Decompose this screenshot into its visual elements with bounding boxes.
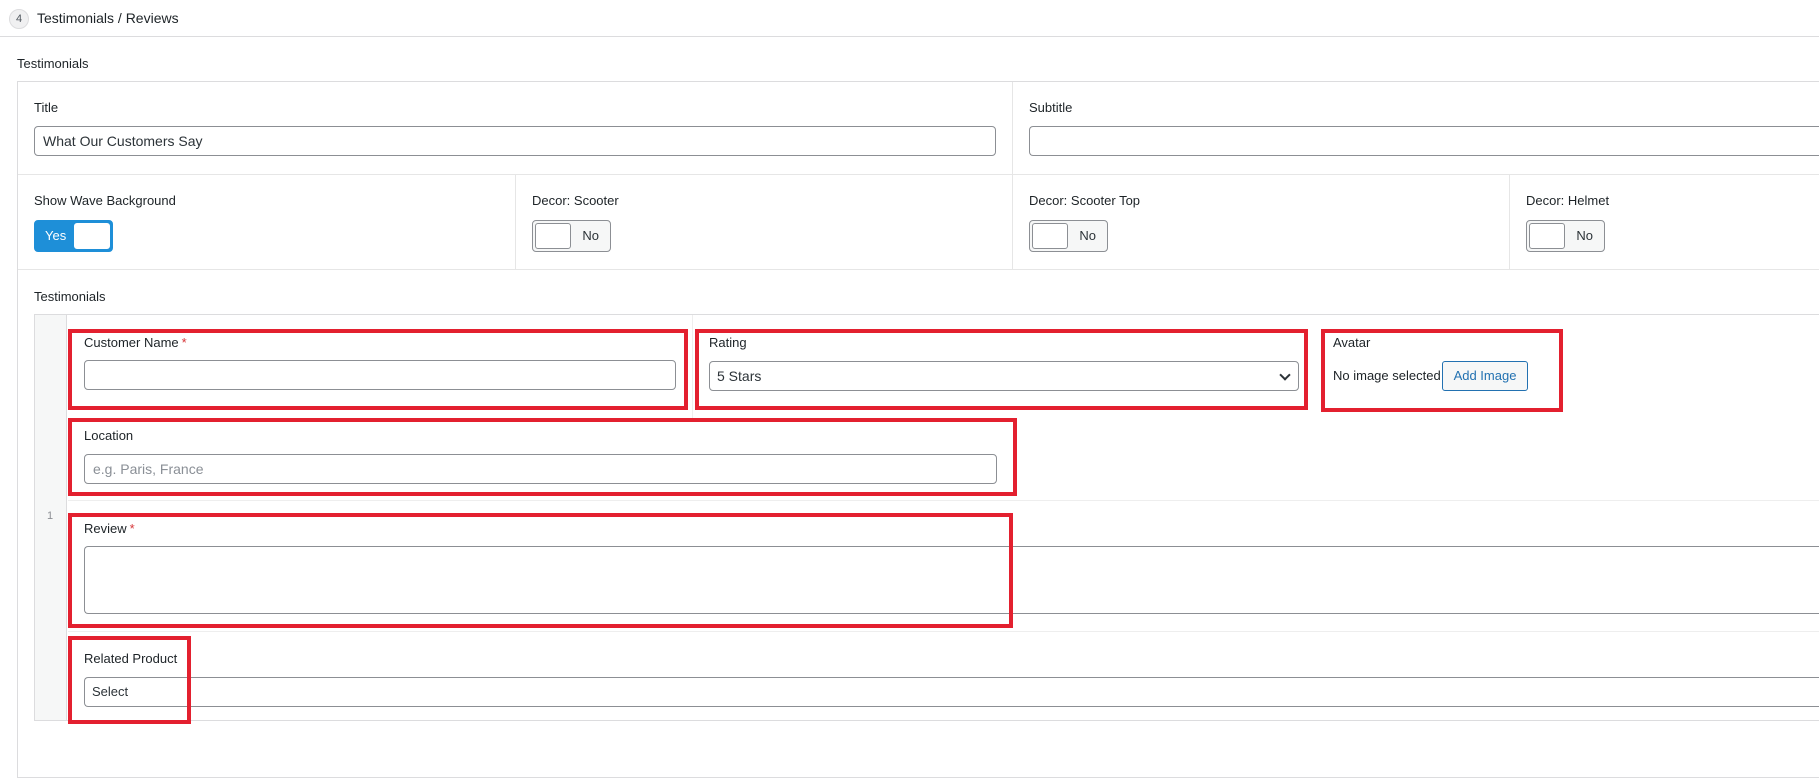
row-divider [18,269,1819,270]
column-divider [692,315,693,420]
toggle-knob [74,223,110,249]
toggle-label-helmet: Decor: Helmet [1526,193,1610,208]
decor-scooter-toggle[interactable]: No [532,220,611,252]
toggle-label-scooter: Decor: Scooter [532,193,619,208]
chevron-down-icon [1279,369,1291,381]
row-divider [68,500,1819,501]
decor-scooter-top-toggle[interactable]: No [1029,220,1108,252]
column-divider [1012,175,1013,270]
title-input[interactable]: What Our Customers Say [34,126,996,156]
title-label: Title [34,100,59,115]
row-divider [68,631,1819,632]
toggle-knob [1032,223,1068,249]
subtitle-input[interactable] [1029,126,1819,156]
toggle-knob [535,223,571,249]
column-divider [1012,82,1013,174]
customer-name-label-text: Customer Name [84,335,179,350]
decor-helmet-toggle[interactable]: No [1526,220,1605,252]
related-product-selected-value: Select [92,684,129,699]
toggle-state: No [1079,228,1096,243]
testimonials-page: 4 Testimonials / Reviews Testimonials Ti… [0,0,1819,778]
review-textarea[interactable] [84,546,1819,614]
avatar-label: Avatar [1333,335,1371,350]
required-mark: * [181,335,187,350]
toggle-label-scooter-top: Decor: Scooter Top [1029,193,1141,208]
avatar-status: No image selected [1333,368,1441,383]
section-number-badge: 4 [9,9,29,29]
toggle-label-wave: Show Wave Background [34,193,176,208]
wave-background-toggle[interactable]: Yes [34,220,113,252]
customer-name-label: Customer Name * [84,335,187,350]
rating-label: Rating [709,335,747,350]
row-divider [18,174,1819,175]
location-placeholder: e.g. Paris, France [93,461,204,477]
toggle-knob [1529,223,1565,249]
related-product-label: Related Product [84,651,178,666]
rating-selected-value: 5 Stars [717,368,762,384]
column-divider [1509,175,1510,270]
location-input[interactable]: e.g. Paris, France [84,454,997,484]
group-label: Testimonials [17,56,89,71]
related-product-select[interactable]: Select [84,677,1819,707]
repeater-row-index: 1 [47,510,54,522]
repeater-label: Testimonials [34,289,106,304]
location-label: Location [84,428,134,443]
toggle-state: No [1576,228,1593,243]
review-label: Review * [84,521,135,536]
required-mark: * [129,521,135,536]
section-title: Testimonials / Reviews [37,10,179,26]
column-divider [515,175,516,270]
rating-select[interactable]: 5 Stars [709,361,1299,391]
toggle-state: Yes [45,228,67,243]
toggle-state: No [582,228,599,243]
subtitle-label: Subtitle [1029,100,1073,115]
review-label-text: Review [84,521,127,536]
section-header[interactable]: 4 Testimonials / Reviews [0,0,1819,37]
add-image-button[interactable]: Add Image [1442,361,1528,391]
customer-name-input[interactable] [84,360,676,390]
